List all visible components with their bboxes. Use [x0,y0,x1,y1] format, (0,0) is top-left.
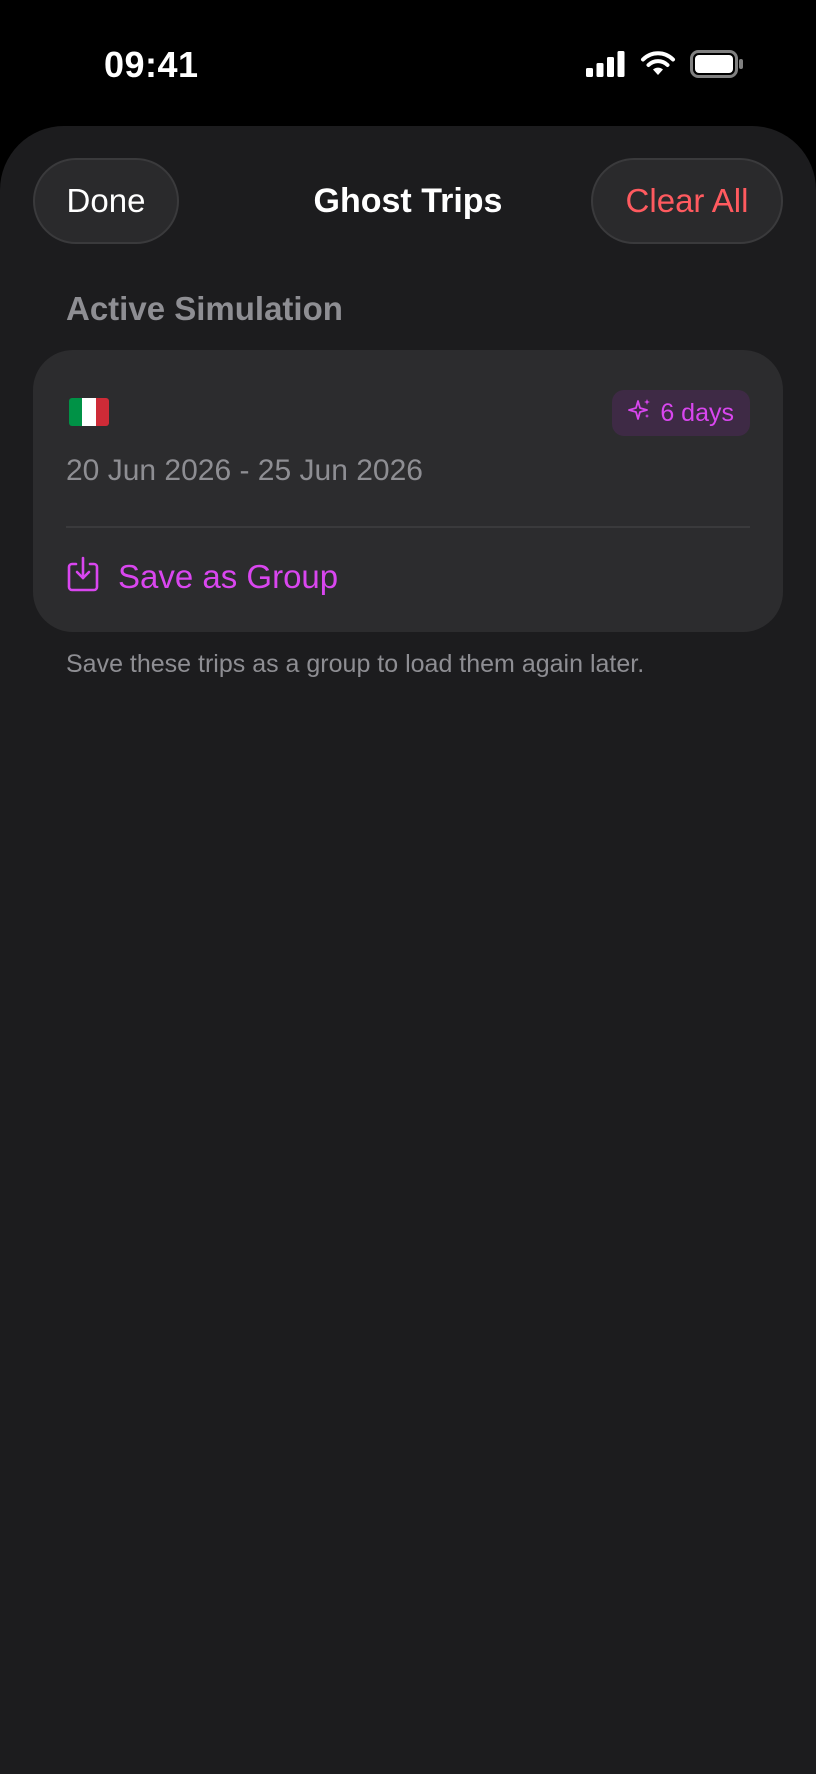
signal-icon [586,51,626,82]
save-as-group-label: Save as Group [118,557,339,595]
status-bar: 09:41 [0,0,816,120]
sparkles-icon [628,398,652,429]
battery-icon [690,50,744,83]
section-header: Active Simulation [66,290,343,327]
days-badge: 6 days [612,390,750,436]
status-icons [586,50,744,83]
days-badge-label: 6 days [660,398,734,427]
ghost-trips-sheet: Done Ghost Trips Clear All Active Simula… [0,126,816,1774]
save-as-group-button[interactable]: Save as Group [66,556,338,597]
trip-card[interactable]: 6 days 20 Jun 2026 - 25 Jun 2026 Save as… [33,350,783,632]
section-footnote: Save these trips as a group to load them… [66,650,645,678]
clear-all-button[interactable]: Clear All [591,158,783,244]
status-time: 09:41 [104,44,199,85]
italy-flag-icon [69,398,109,426]
save-download-icon [66,556,100,597]
card-divider [66,526,750,528]
wifi-icon [640,51,676,82]
trip-date-range: 20 Jun 2026 - 25 Jun 2026 [66,454,423,487]
